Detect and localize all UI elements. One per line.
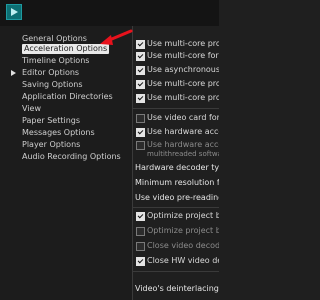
hw-decoder-type-label: Hardware decoder type [135, 163, 219, 172]
checkbox[interactable] [136, 80, 145, 89]
selected-indicator-icon [11, 70, 16, 76]
option-label: Use multi-core proce [147, 79, 219, 88]
option-label: Optimize project befi [147, 211, 219, 220]
checkbox[interactable] [136, 242, 145, 251]
option-label: Use multi-core proce [147, 39, 219, 48]
nav-paper-settings[interactable]: Paper Settings [22, 116, 80, 126]
deinterlacing-label: Video's deinterlacing ho [135, 284, 219, 293]
divider [133, 271, 219, 272]
option-label: Use asynchronous vi [147, 65, 219, 74]
divider [133, 207, 219, 208]
option-label: Use multi-core proce [147, 93, 219, 102]
title-bar [0, 0, 219, 27]
nav-view[interactable]: View [22, 104, 41, 114]
option-row[interactable]: Use multi-core proce [133, 92, 219, 104]
option-label: Optimize project befi [147, 226, 219, 235]
checkbox[interactable] [136, 257, 145, 266]
nav-player-options[interactable]: Player Options [22, 140, 80, 150]
checkbox[interactable] [136, 227, 145, 236]
checkbox[interactable] [136, 212, 145, 221]
nav-acceleration-options[interactable]: Acceleration Options [22, 44, 110, 54]
play-icon[interactable] [6, 4, 22, 20]
option-label: Close HW video deco [147, 256, 219, 265]
checkbox[interactable] [136, 66, 145, 75]
option-row[interactable]: Use multi-core for vi [133, 50, 219, 62]
option-row[interactable]: Use asynchronous vi [133, 64, 219, 76]
option-row[interactable]: Close video decoder [133, 240, 219, 252]
nav-editor-options[interactable]: Editor Options [22, 68, 79, 78]
option-row[interactable]: Optimize project befi [133, 210, 219, 222]
acceleration-settings-panel: Use multi-core proce Use multi-core for … [133, 26, 219, 300]
nav-messages-options[interactable]: Messages Options [22, 128, 95, 138]
nav-application-directories[interactable]: Application Directories [22, 92, 113, 102]
option-row[interactable]: Use multi-core proce [133, 38, 219, 50]
option-row[interactable]: Optimize project befi [133, 225, 219, 237]
option-label: Use hardware accele [147, 127, 219, 136]
nav-saving-options[interactable]: Saving Options [22, 80, 83, 90]
video-prereading-label: Use video pre-reading: [135, 193, 219, 202]
checkbox[interactable] [136, 128, 145, 137]
checkbox[interactable] [136, 40, 145, 49]
option-label: Use video card for H [147, 113, 219, 122]
red-arrow-annotation [100, 29, 133, 45]
option-row[interactable]: Use hardware accele [133, 126, 219, 138]
nav-general-options[interactable]: General Options [22, 34, 87, 44]
option-row[interactable]: Close HW video deco [133, 255, 219, 267]
checkbox[interactable] [136, 114, 145, 123]
nav-timeline-options[interactable]: Timeline Options [22, 56, 89, 66]
option-label: Use multi-core for vi [147, 51, 219, 60]
options-navigation: General Options Acceleration Options Tim… [0, 26, 133, 300]
option-row[interactable]: Use video card for H [133, 112, 219, 124]
checkbox[interactable] [136, 94, 145, 103]
minimum-resolution-label: Minimum resolution for H [135, 178, 219, 187]
option-label: Close video decoder [147, 241, 219, 250]
option-row[interactable]: Use multi-core proce [133, 78, 219, 90]
option-label-continued: multithreaded softwa [147, 150, 219, 158]
nav-audio-recording-options[interactable]: Audio Recording Options [22, 152, 121, 162]
checkbox[interactable] [136, 141, 145, 150]
divider [133, 108, 219, 109]
checkbox[interactable] [136, 52, 145, 61]
